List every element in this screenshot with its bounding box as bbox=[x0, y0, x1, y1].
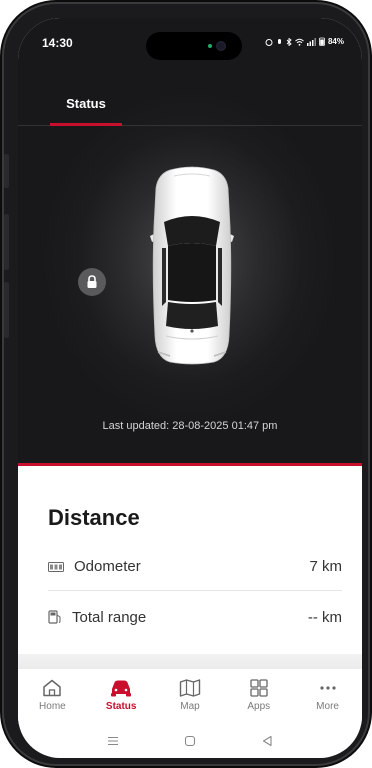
total-range-label: Total range bbox=[72, 608, 147, 626]
car-top-view-image bbox=[150, 166, 234, 365]
nav-more-label: More bbox=[316, 701, 339, 712]
fuel-pump-icon bbox=[48, 610, 61, 624]
volume-up-button bbox=[4, 214, 9, 270]
recent-apps-icon[interactable] bbox=[107, 736, 119, 746]
system-navigation-bar bbox=[18, 724, 362, 758]
odometer-icon bbox=[48, 561, 64, 572]
home-icon bbox=[43, 679, 62, 697]
indicator-dot bbox=[208, 44, 212, 48]
dynamic-island bbox=[146, 32, 242, 60]
odometer-value: 7 km bbox=[309, 558, 342, 575]
home-button-icon[interactable] bbox=[184, 735, 196, 747]
bluetooth-icon bbox=[286, 37, 292, 46]
tab-status[interactable]: Status bbox=[50, 96, 122, 126]
car-icon bbox=[111, 680, 132, 697]
nav-apps[interactable]: Apps bbox=[229, 679, 289, 712]
nav-map[interactable]: Map bbox=[160, 679, 220, 712]
alarm-icon bbox=[265, 38, 273, 46]
phone-frame: 14:30 84% Status Last updated: 28-08-202… bbox=[4, 4, 368, 764]
vehicle-status-panel: 14:30 84% Status Last updated: 28-08-202… bbox=[18, 18, 362, 466]
volume-down-button bbox=[4, 282, 9, 338]
status-time: 14:30 bbox=[42, 36, 73, 50]
battery-level: 84% bbox=[327, 37, 344, 46]
status-bar: 14:30 84% bbox=[18, 18, 362, 62]
distance-section: Distance Odometer 7 km Total range -- km bbox=[18, 469, 362, 669]
grid-icon bbox=[250, 679, 268, 697]
signal-icon bbox=[306, 37, 316, 46]
section-title: Distance bbox=[48, 505, 140, 530]
last-updated-text: Last updated: 28-08-2025 01:47 pm bbox=[102, 420, 278, 432]
more-icon bbox=[319, 686, 336, 690]
screen: 14:30 84% Status Last updated: 28-08-202… bbox=[18, 18, 362, 758]
battery-icon bbox=[319, 37, 325, 46]
bottom-navigation: Home Status Map Apps More bbox=[18, 668, 362, 724]
status-icons: 84% bbox=[265, 37, 344, 46]
action-button bbox=[4, 154, 9, 188]
nav-status-label: Status bbox=[105, 701, 137, 712]
nav-apps-label: Apps bbox=[247, 701, 271, 712]
odometer-label: Odometer bbox=[74, 558, 141, 575]
total-range-row: Total range -- km bbox=[48, 593, 342, 641]
wifi-icon bbox=[295, 38, 304, 46]
camera bbox=[216, 41, 226, 51]
nav-map-label: Map bbox=[180, 701, 200, 712]
nav-home[interactable]: Home bbox=[22, 679, 82, 712]
total-range-value: -- km bbox=[307, 608, 342, 626]
nav-status[interactable]: Status bbox=[91, 679, 151, 712]
back-icon[interactable] bbox=[261, 735, 273, 747]
nav-home-label: Home bbox=[39, 701, 66, 712]
odometer-row: Odometer 7 km bbox=[48, 543, 342, 591]
lock-icon bbox=[87, 275, 97, 288]
mute-icon bbox=[277, 38, 281, 44]
lock-button[interactable] bbox=[78, 268, 106, 296]
nav-more[interactable]: More bbox=[298, 679, 358, 712]
header-tabs: Status bbox=[18, 82, 362, 126]
map-icon bbox=[179, 679, 201, 697]
